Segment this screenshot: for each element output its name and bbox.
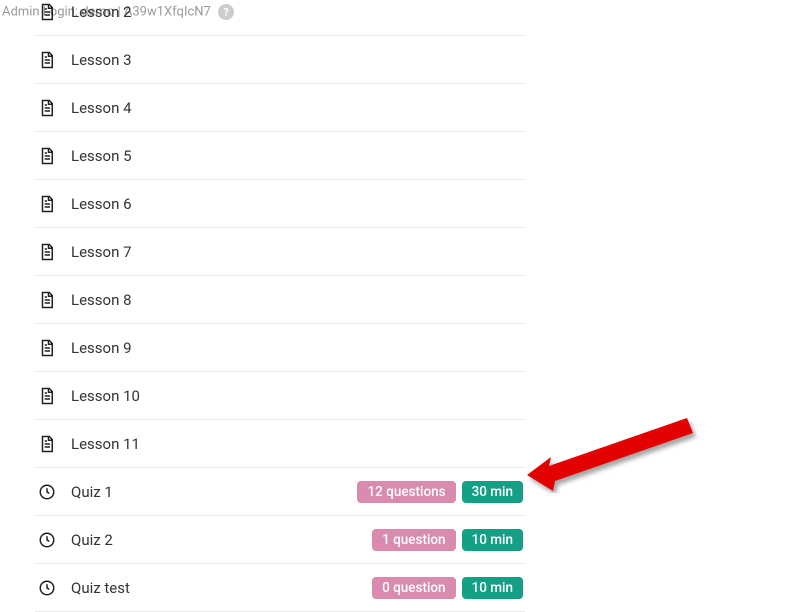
item-label: Lesson 3: [71, 51, 525, 69]
list-item[interactable]: Lesson 7: [35, 228, 525, 276]
quiz-badges: 1 question 10 min: [372, 529, 525, 551]
questions-badge: 0 question: [372, 577, 455, 599]
duration-badge: 30 min: [462, 481, 523, 503]
list-item[interactable]: Lesson 10: [35, 372, 525, 420]
document-icon: [35, 147, 59, 165]
item-label: Lesson 9: [71, 339, 525, 357]
list-item[interactable]: Lesson 6: [35, 180, 525, 228]
questions-badge: 12 questions: [357, 481, 455, 503]
questions-badge: 1 question: [372, 529, 455, 551]
clock-icon: [35, 579, 59, 597]
item-label: Lesson 5: [71, 147, 525, 165]
document-icon: [35, 435, 59, 453]
item-label: Lesson 4: [71, 99, 525, 117]
clock-icon: [35, 531, 59, 549]
list-item[interactable]: Lesson 11: [35, 420, 525, 468]
list-item[interactable]: Lesson 4: [35, 84, 525, 132]
document-icon: [35, 339, 59, 357]
list-item[interactable]: Quiz 1 12 questions 30 min: [35, 468, 525, 516]
quiz-badges: 12 questions 30 min: [357, 481, 525, 503]
document-icon: [35, 51, 59, 69]
item-label: Lesson 2: [71, 3, 525, 21]
annotation-arrow: [527, 413, 707, 497]
document-icon: [35, 387, 59, 405]
item-label: Quiz 2: [71, 531, 372, 549]
item-label: Quiz 1: [71, 483, 357, 501]
item-label: Lesson 8: [71, 291, 525, 309]
clock-icon: [35, 483, 59, 501]
list-item[interactable]: Lesson 2: [35, 0, 525, 36]
list-item[interactable]: Quiz 2 1 question 10 min: [35, 516, 525, 564]
list-item[interactable]: Lesson 5: [35, 132, 525, 180]
document-icon: [35, 243, 59, 261]
duration-badge: 10 min: [462, 577, 523, 599]
item-label: Quiz test: [71, 579, 372, 597]
item-label: Lesson 7: [71, 243, 525, 261]
duration-badge: 10 min: [462, 529, 523, 551]
list-item[interactable]: Quiz test 0 question 10 min: [35, 564, 525, 612]
document-icon: [35, 3, 59, 21]
document-icon: [35, 99, 59, 117]
document-icon: [35, 291, 59, 309]
list-item[interactable]: Lesson 8: [35, 276, 525, 324]
list-item[interactable]: Lesson 3: [35, 36, 525, 84]
item-label: Lesson 6: [71, 195, 525, 213]
item-label: Lesson 10: [71, 387, 525, 405]
quiz-badges: 0 question 10 min: [372, 577, 525, 599]
document-icon: [35, 195, 59, 213]
list-item[interactable]: Lesson 9: [35, 324, 525, 372]
item-label: Lesson 11: [71, 435, 525, 453]
curriculum-list: Lesson 2 Lesson 3 Lesson 4 Lesson 5 Less…: [35, 0, 525, 612]
